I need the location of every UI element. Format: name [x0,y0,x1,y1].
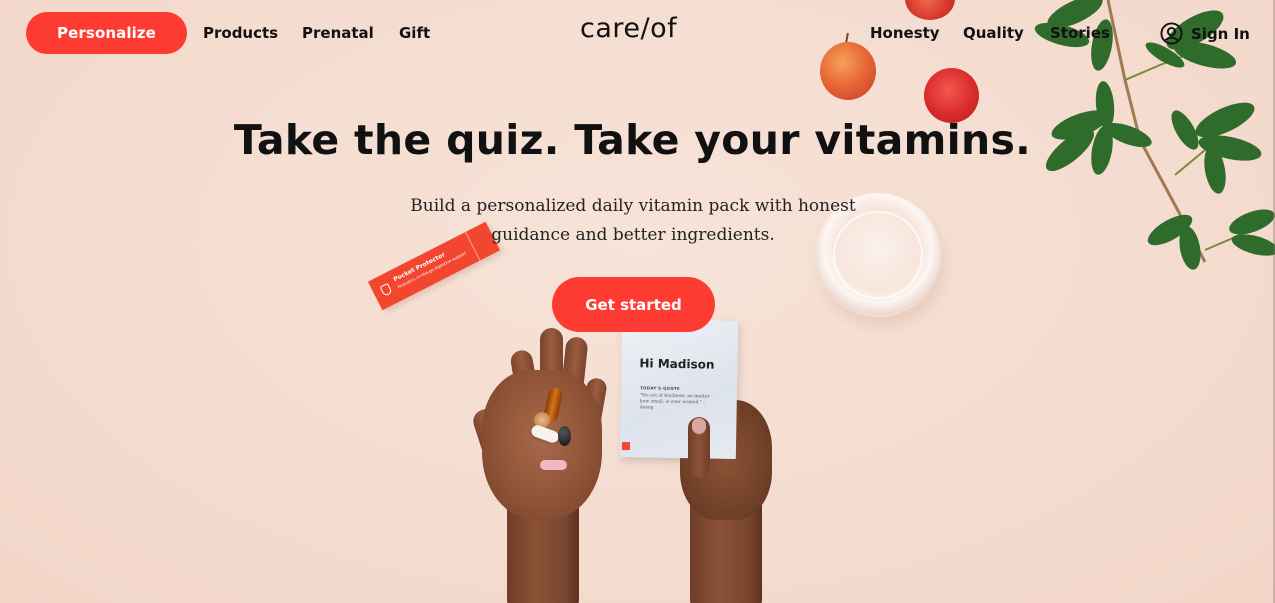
hero-subtext: Build a personalized daily vitamin pack … [410,196,856,245]
nav-link-gift[interactable]: Gift [399,24,430,42]
care-of-logo[interactable]: care/of [580,13,677,45]
nav-link-stories[interactable]: Stories [1050,24,1110,42]
nav-link-prenatal[interactable]: Prenatal [302,24,374,42]
nav-link-honesty[interactable]: Honesty [870,24,940,42]
pouch-brand-mark [621,442,631,451]
sign-in-link[interactable]: Sign In [1160,22,1250,45]
sign-in-label: Sign In [1191,24,1250,43]
pouch-quote-label: TODAY'S QUOTE [639,385,681,392]
hero-section: Pocket Protector Probiotics on-the-go di… [0,0,1275,603]
top-navigation: Personalize Products Prenatal Gift care/… [0,0,1275,66]
hero-headline: Take the quiz. Take your vitamins. [233,116,1032,164]
apple-image [924,68,979,123]
nav-link-quality[interactable]: Quality [963,24,1024,42]
vitamin-pouch-image: Hi Madison TODAY'S QUOTE "No act of kind… [619,318,739,460]
nav-link-products[interactable]: Products [203,24,278,42]
pill-image [540,460,567,470]
pouch-greeting: Hi Madison [639,356,715,372]
personalize-button[interactable]: Personalize [26,12,187,54]
get-started-button[interactable]: Get started [552,277,715,332]
shield-icon [379,282,393,297]
user-circle-icon [1160,22,1183,45]
pill-image [558,426,571,446]
thumbnail-image [692,418,706,434]
pouch-quote: "No act of kindness, no matter how small… [639,393,710,411]
left-palm-image [482,370,602,520]
